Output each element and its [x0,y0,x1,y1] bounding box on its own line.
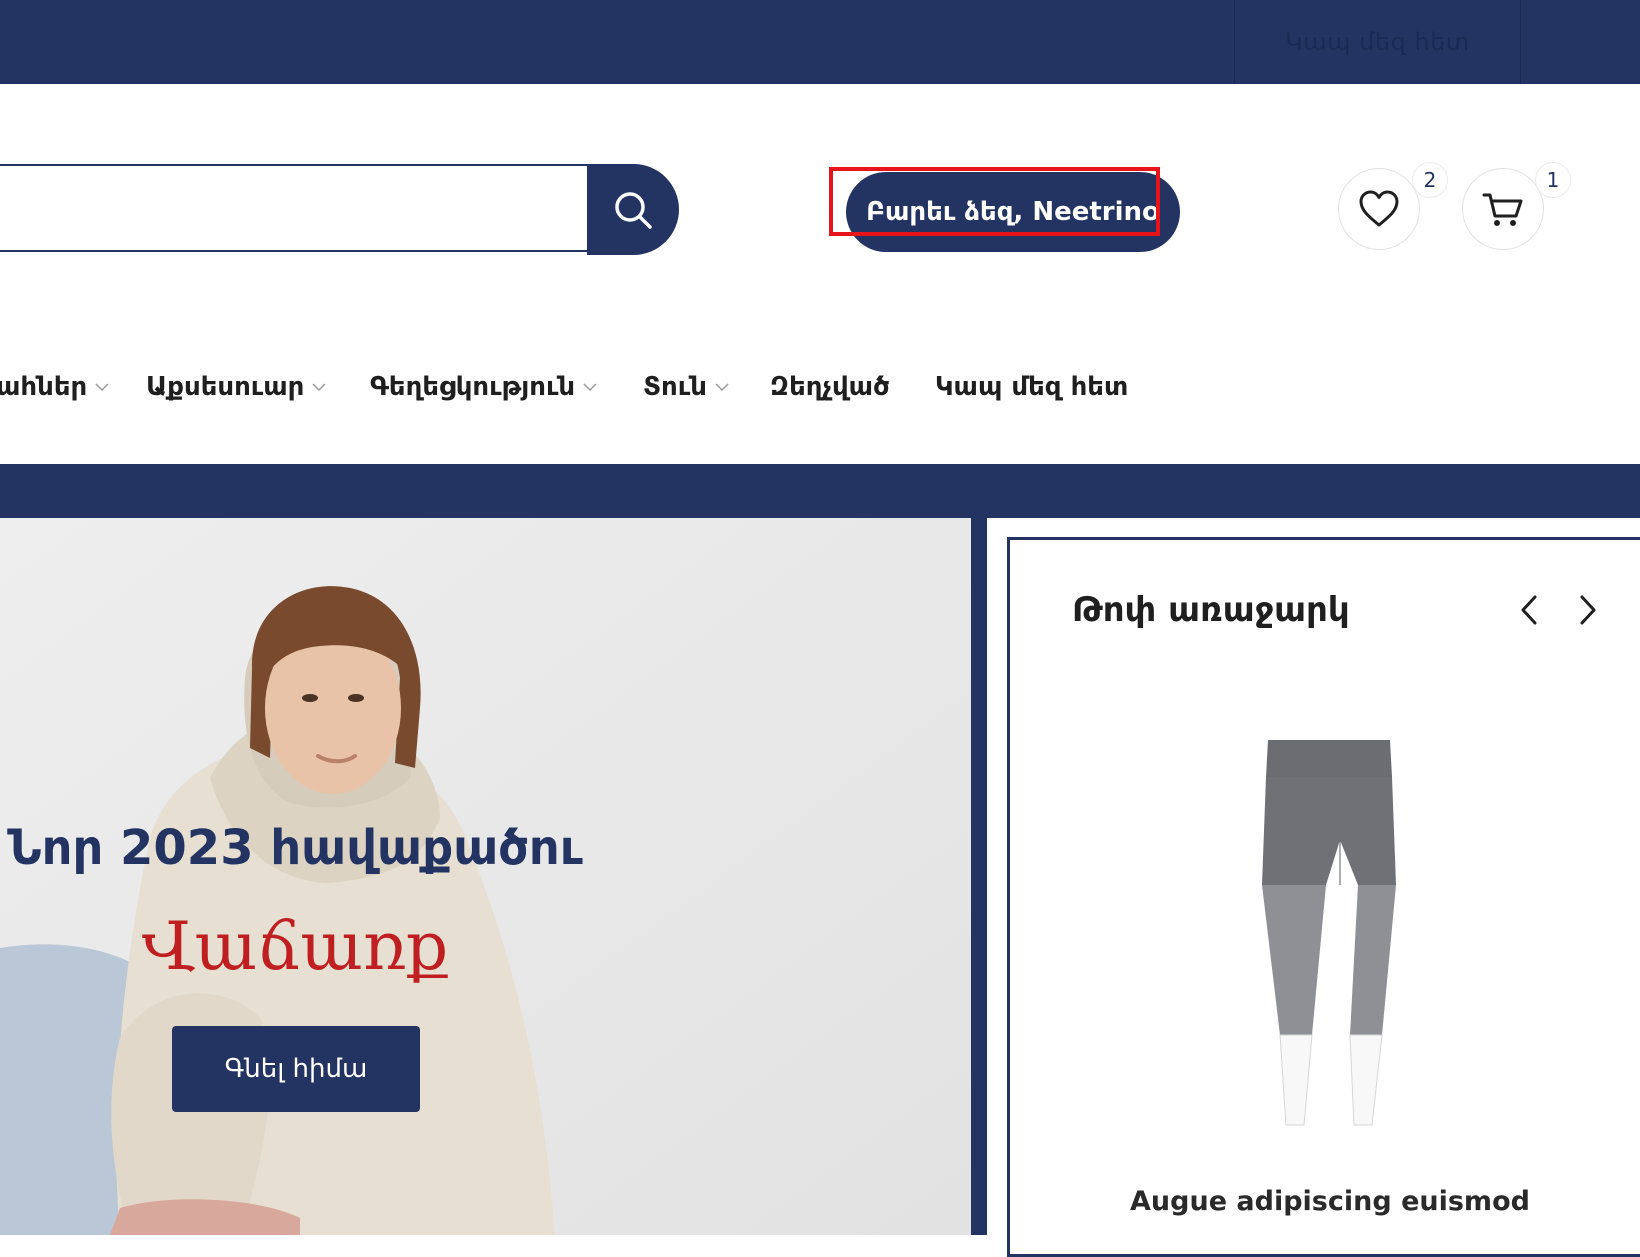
cart-count-badge: 1 [1535,162,1571,198]
top-contact-link[interactable]: Կապ մեզ հետ [1234,0,1521,84]
search-input[interactable] [0,166,590,250]
next-arrow-button[interactable] [1570,592,1606,628]
chevron-left-icon [1521,595,1537,625]
product-name[interactable]: Augue adipiscing euismod [1060,1186,1600,1217]
prev-arrow-button[interactable] [1511,592,1547,628]
nav-item-label: Աքսեսուար [146,372,305,402]
leggings-image [1262,740,1396,1126]
hero-banner [0,518,971,1235]
account-greeting-button[interactable]: Բարեւ ձեզ, Neetrino [846,172,1180,252]
nav-item-accessories[interactable]: Աքսեսուար [146,362,326,412]
top-bar: Կապ մեզ հետ [0,0,1640,84]
nav-item-categories[interactable]: ահներ [0,362,109,412]
hero-model-image [0,518,971,1235]
heart-icon [1359,190,1399,227]
wishlist-count-badge: 2 [1412,162,1448,198]
hero-subtitle: Վաճառք [141,908,449,985]
nav-item-label: Զեղչված [770,372,890,402]
nav-item-home[interactable]: Տուն [643,362,729,412]
search-icon [615,191,652,229]
main-nav: ահներ Աքսեսուար Գեղեցկություն Տուն Զեղչվ… [0,362,1200,412]
nav-item-label: Կապ մեզ հետ [935,372,1129,402]
chevron-down-icon [95,383,109,392]
shop-now-button[interactable]: Գնել հիմա [172,1026,420,1112]
chevron-down-icon [583,383,597,392]
cart-icon [1482,193,1523,226]
top-offer-title: Թոփ առաջարկ [1072,590,1350,630]
chevron-down-icon [312,383,326,392]
hero-divider [971,518,987,1235]
search-box [0,164,590,252]
nav-item-label: Տուն [643,372,707,402]
nav-item-contact[interactable]: Կապ մեզ հետ [935,362,1128,412]
hero-title: Նոր 2023 հավաքածու [7,820,583,876]
nav-item-beauty[interactable]: Գեղեցկություն [370,362,597,412]
cart-button[interactable] [1462,168,1544,250]
wishlist-button[interactable] [1338,168,1420,250]
nav-item-label: ահներ [0,372,88,402]
nav-item-sale[interactable]: Զեղչված [770,362,890,412]
nav-item-label: Գեղեցկություն [370,372,576,402]
search-button[interactable] [587,164,679,255]
product-image-leggings[interactable] [1240,735,1420,1135]
nav-underbar [0,464,1640,518]
chevron-down-icon [715,383,729,392]
chevron-right-icon [1580,595,1596,625]
